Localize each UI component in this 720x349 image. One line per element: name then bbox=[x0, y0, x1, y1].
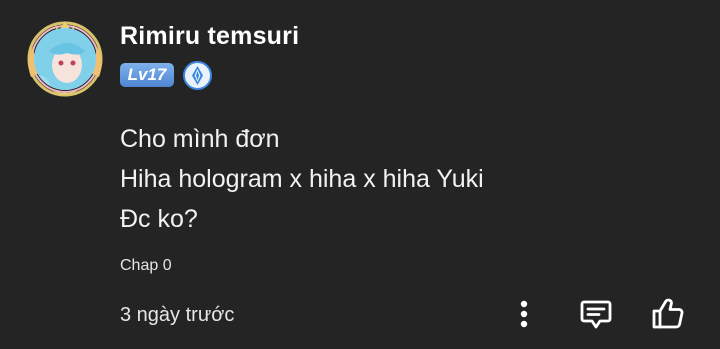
reply-button[interactable] bbox=[578, 296, 614, 332]
reply-comment-icon bbox=[580, 300, 612, 329]
more-vertical-icon bbox=[520, 300, 528, 328]
avatar[interactable] bbox=[25, 17, 105, 97]
thumbs-up-icon bbox=[652, 298, 684, 329]
chapter-label[interactable]: Chap 0 bbox=[120, 257, 172, 275]
avatar-frame-icon bbox=[27, 21, 103, 97]
timestamp: 3 ngày trước bbox=[120, 304, 235, 326]
level-badge: Lv17 bbox=[120, 63, 174, 87]
username[interactable]: Rimiru temsuri bbox=[120, 22, 299, 51]
more-button[interactable] bbox=[506, 296, 542, 332]
like-button[interactable] bbox=[650, 296, 686, 332]
comment-line: Đc ko? bbox=[120, 205, 198, 233]
comment-line: Cho mình đơn bbox=[120, 125, 280, 153]
comment-card: Rimiru temsuri Lv17 Cho mình đơn Hiha ho… bbox=[0, 0, 720, 349]
comment-line: Hiha hologram x hiha x hiha Yuki bbox=[120, 165, 484, 193]
blue-crystal-icon bbox=[183, 61, 212, 90]
comment-text: Cho mình đơn Hiha hologram x hiha x hiha… bbox=[120, 119, 484, 239]
